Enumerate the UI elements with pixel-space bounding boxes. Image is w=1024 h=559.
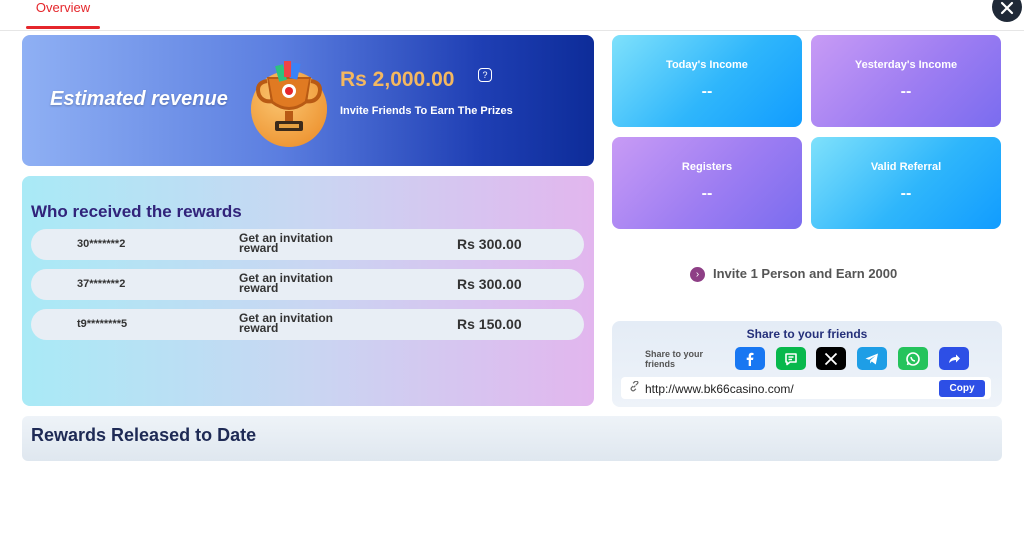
stat-label: Valid Referral (870, 161, 942, 173)
estimated-revenue-title: Estimated revenue (50, 88, 228, 110)
reward-user-id: t9********5 (77, 318, 128, 330)
share-title: Share to your friends (746, 327, 868, 341)
reward-row: t9********5 Get an invitation reward Rs … (31, 309, 584, 340)
share-forward-button[interactable] (939, 347, 969, 370)
share-panel: Share to your friends Share to your frie… (612, 321, 1002, 407)
reward-row: 30*******2 Get an invitation reward Rs 3… (31, 229, 584, 260)
share-label-line1: Share to your (645, 349, 704, 359)
invite-earn-text[interactable]: Invite 1 Person and Earn 2000 (713, 266, 897, 281)
telegram-icon (865, 353, 878, 365)
close-icon (1000, 1, 1014, 15)
reward-description: Get an invitation reward (239, 232, 359, 254)
estimated-revenue-subtitle: Invite Friends To Earn The Prizes (340, 105, 513, 117)
stat-value: -- (900, 185, 912, 202)
forward-icon (949, 354, 960, 363)
referral-link-text: http://www.bk66casino.com/ (645, 382, 794, 396)
stat-card-yesterdays-income: Yesterday's Income -- (811, 35, 1001, 127)
stat-label: Registers (681, 161, 733, 173)
referral-link-box: http://www.bk66casino.com/ Copy (621, 377, 991, 399)
reward-row: 37*******2 Get an invitation reward Rs 3… (31, 269, 584, 300)
tab-bar: Overview (0, 0, 1024, 31)
copy-button[interactable]: Copy (939, 380, 985, 397)
reward-description: Get an invitation reward (239, 312, 359, 334)
stat-value: -- (701, 185, 713, 202)
who-received-title: Who received the rewards (31, 202, 242, 221)
share-message-button[interactable] (776, 347, 806, 370)
trophy-icon (251, 61, 327, 147)
facebook-icon (746, 352, 754, 366)
stat-card-todays-income: Today's Income -- (612, 35, 802, 127)
stat-label: Yesterday's Income (854, 59, 958, 71)
estimated-revenue-banner: Estimated revenue Rs 2,000.00 ? Invite F… (22, 35, 594, 166)
stat-card-valid-referral: Valid Referral -- (811, 137, 1001, 229)
share-whatsapp-button[interactable] (898, 347, 928, 370)
share-label: Share to your friends (645, 349, 725, 369)
chevron-right-icon: › (690, 267, 705, 282)
reward-amount: Rs 300.00 (457, 236, 522, 252)
stat-label: Today's Income (666, 59, 748, 71)
reward-amount: Rs 300.00 (457, 276, 522, 292)
reward-amount: Rs 150.00 (457, 316, 522, 332)
reward-description: Get an invitation reward (239, 272, 359, 294)
link-icon (629, 380, 640, 395)
who-received-panel: Who received the rewards 30*******2 Get … (22, 176, 594, 406)
stat-card-registers: Registers -- (612, 137, 802, 229)
stat-value: -- (900, 83, 912, 100)
stat-value: -- (701, 83, 713, 100)
info-icon[interactable]: ? (478, 68, 492, 82)
share-label-line2: friends (645, 359, 676, 369)
reward-user-id: 37*******2 (77, 278, 126, 290)
rewards-released-panel: Rewards Released to Date (22, 416, 1002, 461)
x-icon (824, 352, 838, 366)
invite-overview-page: Overview Estimated revenue Rs 2,000.00 ?… (0, 0, 1024, 559)
reward-user-id: 30*******2 (77, 238, 126, 250)
estimated-revenue-amount: Rs 2,000.00 (340, 68, 455, 91)
tab-active-indicator (26, 26, 100, 29)
rewards-released-title: Rewards Released to Date (31, 425, 257, 445)
share-telegram-button[interactable] (857, 347, 887, 370)
whatsapp-icon (906, 352, 920, 366)
message-icon (785, 353, 797, 366)
share-facebook-button[interactable] (735, 347, 765, 370)
share-x-button[interactable] (816, 347, 846, 370)
